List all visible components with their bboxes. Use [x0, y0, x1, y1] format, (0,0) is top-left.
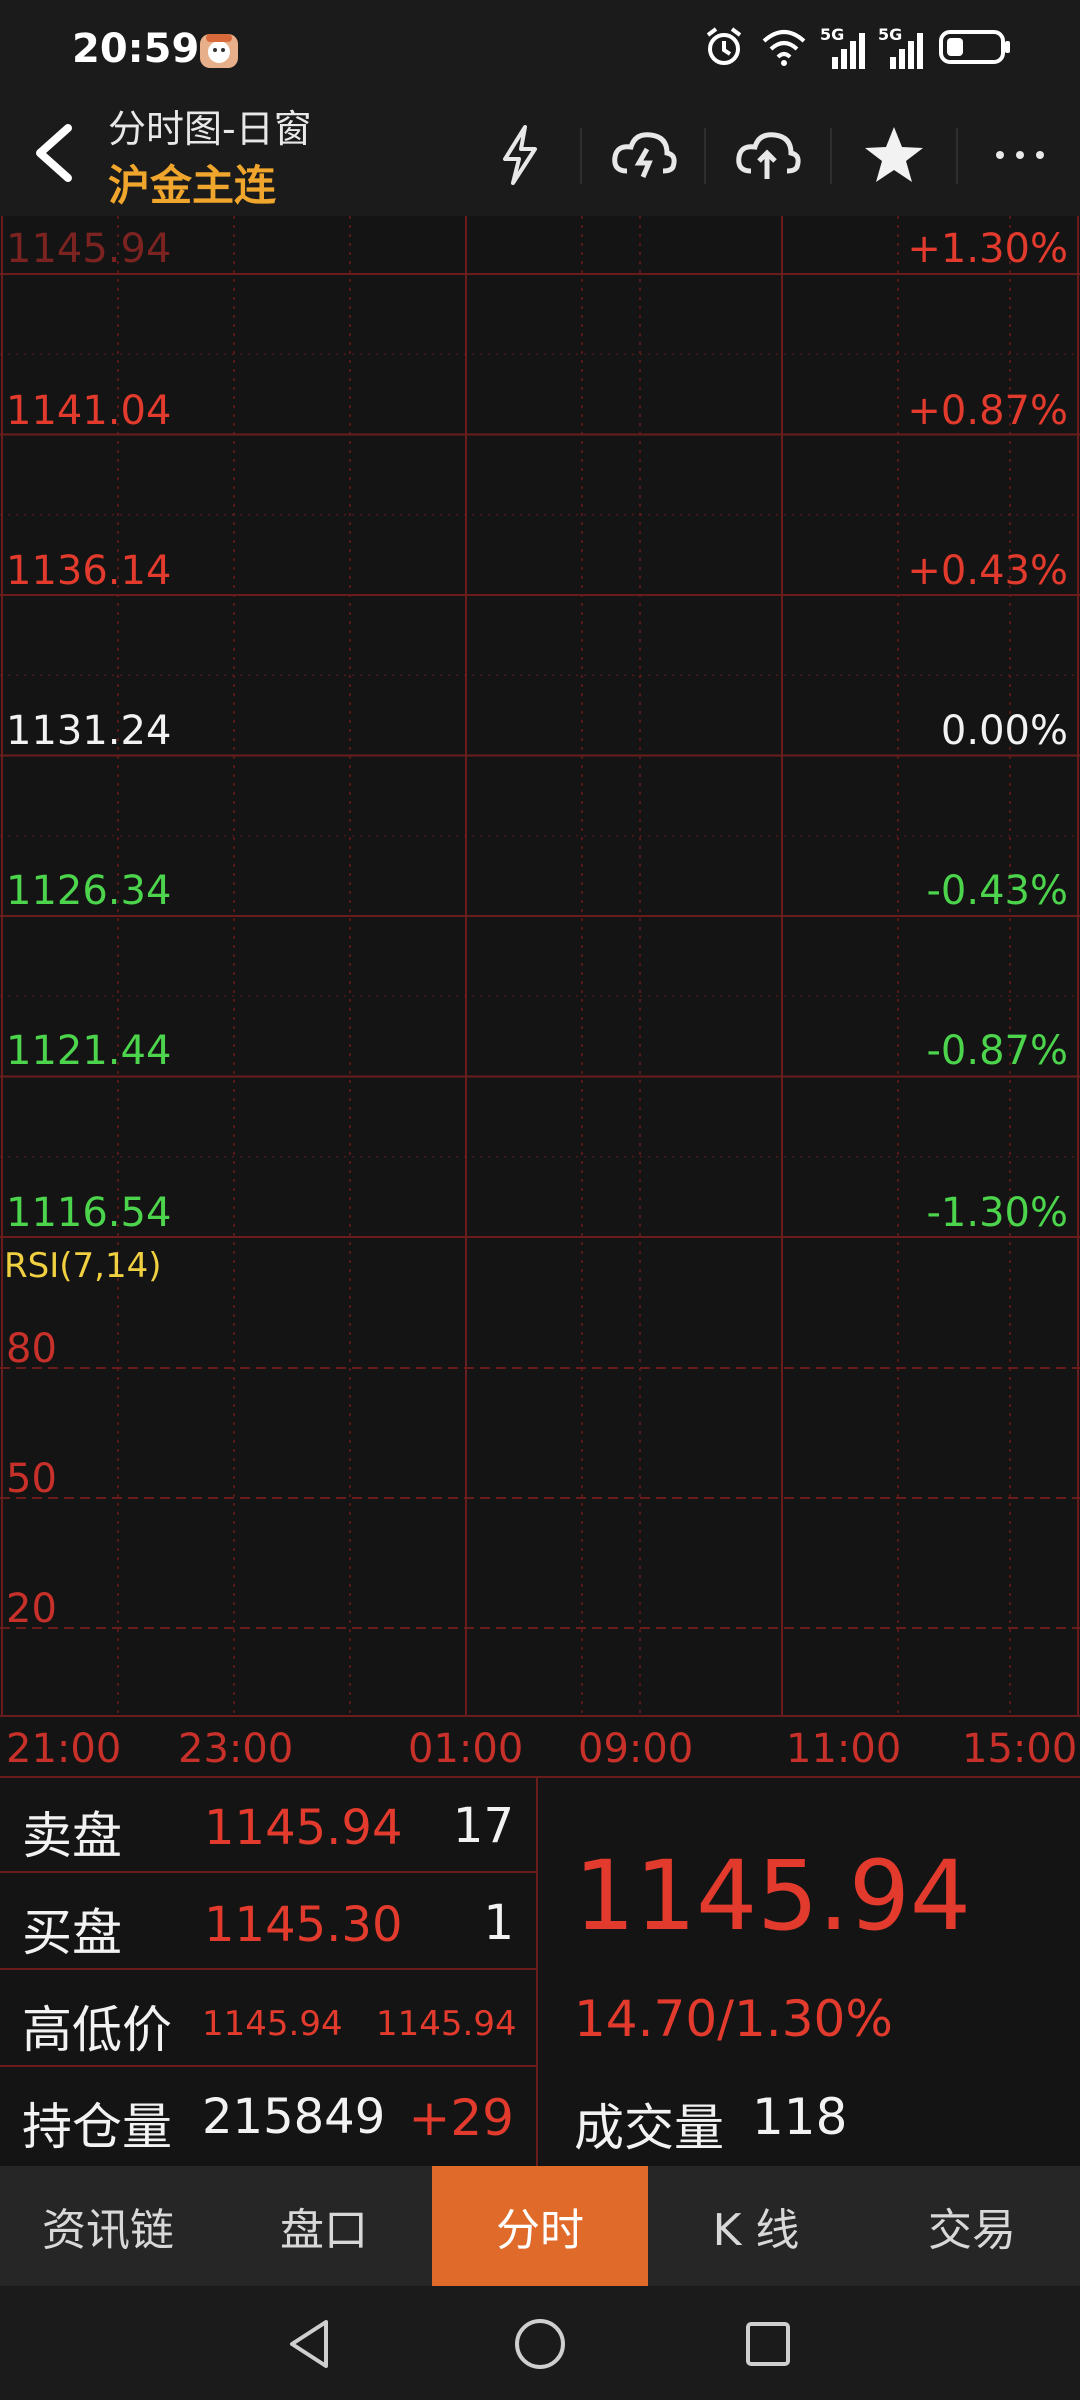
- app-notification-icon: [198, 30, 240, 72]
- time-label: 09:00: [578, 1726, 694, 1772]
- price-label: 1116.54: [6, 1190, 172, 1236]
- time-label: 21:00: [6, 1726, 122, 1772]
- bid-price: 1145.30: [204, 1897, 403, 1953]
- high-price: 1145.94: [202, 2004, 343, 2044]
- ask-price: 1145.94: [204, 1800, 403, 1856]
- header-divider: [704, 128, 706, 184]
- lightning-icon: [503, 125, 537, 185]
- volume-label: 成交量: [574, 2099, 724, 2157]
- alarm-icon: [702, 25, 746, 73]
- quote-panel: 卖盘 1145.94 17 买盘 1145.30 1 高低价 1145.94 1…: [0, 1776, 1080, 2168]
- home-circle-icon[interactable]: [512, 2316, 568, 2372]
- header-divider: [956, 128, 958, 184]
- intraday-chart[interactable]: 1145.94 +1.30% 1141.04 +0.87% 1136.14 +0…: [0, 216, 1080, 1776]
- tab-order-book[interactable]: 盘口: [216, 2166, 432, 2286]
- header-divider: [830, 128, 832, 184]
- tab-intraday[interactable]: 分时: [432, 2166, 648, 2286]
- pct-label: +0.43%: [907, 548, 1068, 594]
- ask-row[interactable]: 卖盘 1145.94 17: [0, 1778, 536, 1873]
- rsi-level-label: 80: [6, 1326, 57, 1372]
- price-change: 14.70/1.30%: [574, 1990, 893, 2048]
- more-icon: [996, 151, 1044, 159]
- high-low-label: 高低价: [22, 2001, 172, 2059]
- pct-label: -1.30%: [926, 1190, 1068, 1236]
- bottom-tab-bar: 资讯链 盘口 分时 K 线 交易: [0, 2166, 1080, 2286]
- time-label: 15:00: [962, 1726, 1078, 1772]
- high-low-row: 高低价 1145.94 1145.94: [0, 1972, 536, 2067]
- back-button[interactable]: [22, 118, 92, 188]
- pct-label: 0.00%: [940, 708, 1068, 754]
- back-triangle-icon[interactable]: [282, 2316, 338, 2372]
- price-label: 1145.94: [6, 226, 172, 272]
- chart-grid: [0, 216, 1080, 1717]
- price-label: 1126.34: [6, 868, 172, 914]
- recents-square-icon[interactable]: [740, 2316, 796, 2372]
- signal-icon: 5G: [820, 25, 866, 69]
- open-interest-label: 持仓量: [22, 2098, 172, 2156]
- price-label: 1141.04: [6, 388, 172, 434]
- status-bar: 20:59 5G 5G: [0, 0, 1080, 98]
- indicator-label: RSI(7,14): [4, 1246, 162, 1286]
- battery-icon: [938, 27, 1012, 71]
- pct-label: -0.87%: [926, 1028, 1068, 1074]
- time-label: 11:00: [786, 1726, 902, 1772]
- price-label: 1131.24: [6, 708, 172, 754]
- pct-label: +1.30%: [907, 226, 1068, 272]
- wifi-icon: [760, 27, 808, 71]
- cloud-sync-upload-button[interactable]: [728, 120, 808, 190]
- quote-divider: [536, 1778, 538, 2168]
- network-type-label: 5G: [878, 25, 903, 44]
- cloud-upload-icon: [736, 132, 801, 179]
- time-label: 01:00: [408, 1726, 524, 1772]
- cloud-download-icon: [612, 132, 677, 178]
- top-app-bar: 分时图-日窗 沪金主连: [0, 98, 1080, 216]
- open-interest-row: 持仓量 215849 +29: [0, 2069, 536, 2164]
- page-title: 分时图-日窗: [108, 107, 312, 151]
- volume-value: 118: [752, 2088, 848, 2146]
- bid-volume: 1: [483, 1895, 514, 1951]
- instrument-name: 沪金主连: [108, 161, 277, 210]
- flash-trade-button[interactable]: [480, 120, 560, 190]
- system-nav-bar: [0, 2286, 1080, 2400]
- rsi-level-label: 20: [6, 1586, 57, 1632]
- ask-volume: 17: [452, 1798, 514, 1854]
- cloud-sync-download-button[interactable]: [604, 120, 684, 190]
- bid-label: 买盘: [22, 1904, 122, 1962]
- star-icon: [865, 127, 923, 182]
- rsi-level-label: 50: [6, 1456, 57, 1502]
- signal-icon: 5G: [878, 25, 924, 69]
- tab-news-chain[interactable]: 资讯链: [0, 2166, 216, 2286]
- open-interest-change: +29: [408, 2089, 514, 2147]
- more-button[interactable]: [980, 120, 1060, 190]
- network-type-label: 5G: [820, 25, 845, 44]
- low-price: 1145.94: [376, 2004, 517, 2044]
- ask-label: 卖盘: [22, 1807, 122, 1865]
- favorite-button[interactable]: [854, 120, 934, 190]
- tab-kline[interactable]: K 线: [648, 2166, 864, 2286]
- time-label: 23:00: [178, 1726, 294, 1772]
- open-interest-value: 215849: [202, 2089, 386, 2145]
- bid-row[interactable]: 买盘 1145.30 1: [0, 1875, 536, 1970]
- status-time: 20:59: [72, 26, 200, 72]
- status-icons: 5G 5G: [702, 25, 1012, 73]
- header-divider: [580, 128, 582, 184]
- tab-trade[interactable]: 交易: [864, 2166, 1080, 2286]
- last-price: 1145.94: [574, 1840, 971, 1952]
- price-label: 1121.44: [6, 1028, 172, 1074]
- pct-label: -0.43%: [926, 868, 1068, 914]
- price-label: 1136.14: [6, 548, 172, 594]
- pct-label: +0.87%: [907, 388, 1068, 434]
